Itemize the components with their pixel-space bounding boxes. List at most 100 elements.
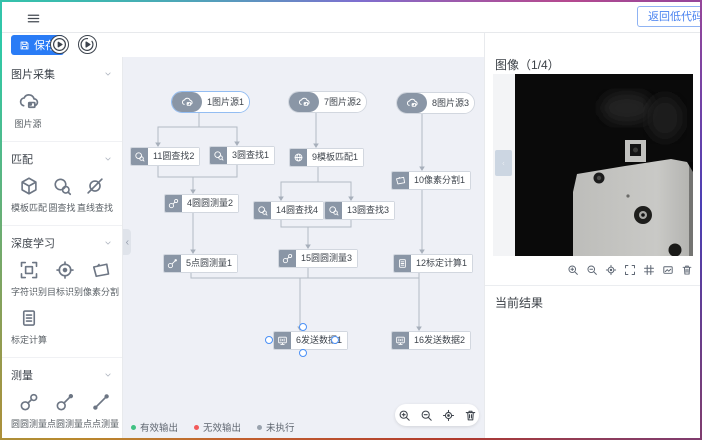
invalid-dot: [194, 425, 199, 430]
node-label: 14圆查找4: [271, 202, 323, 219]
zoom-out-icon[interactable]: [420, 409, 433, 422]
node-image-source-1[interactable]: 1图片源1: [171, 91, 250, 113]
section-header-image-capture[interactable]: 图片采集: [11, 66, 113, 82]
node-image-source-2[interactable]: 7图片源2: [288, 91, 367, 113]
sidebar-item-pixel-segment[interactable]: 像素分割: [83, 260, 119, 298]
sidebar-item-line-find[interactable]: 直线查找: [77, 176, 113, 214]
sidebar-item-circle-circle-measure[interactable]: 圆圆测量: [11, 392, 47, 430]
section-deep-learning: 深度学习 字符识别 目标识别 像素分割 标定计算: [2, 226, 122, 358]
section-title: 测量: [11, 367, 33, 383]
fullscreen-icon[interactable]: [624, 264, 636, 276]
section-title: 深度学习: [11, 235, 55, 251]
template-match-icon: [19, 176, 39, 196]
selection-handle-bottom[interactable]: [299, 349, 307, 357]
sidebar-item-ocr[interactable]: 字符识别: [11, 260, 47, 298]
point-circle-measure-icon: [55, 392, 75, 412]
tool-label: 模板匹配: [11, 201, 47, 214]
menu-icon[interactable]: [26, 10, 42, 26]
screenshot-frame: 返回低代码 保存 图片采集 图片源 匹配: [0, 0, 702, 440]
node-label: 12标定计算1: [411, 255, 472, 272]
node-image-source-3[interactable]: 8图片源3: [396, 92, 475, 114]
play-loop-icon: [80, 37, 95, 52]
template-match-icon: [290, 149, 307, 166]
section-image-capture: 图片采集 图片源: [2, 57, 122, 142]
status-legend: 有效输出 无效输出 未执行: [131, 420, 295, 434]
node-circle-circle-measure-2[interactable]: 4圆圆测量2: [164, 194, 239, 213]
node-label: 4圆圆测量2: [182, 195, 238, 212]
send-data-icon: [274, 332, 291, 349]
sidebar-item-template-match[interactable]: 模板匹配: [11, 176, 47, 214]
image-toolbar: [567, 264, 693, 276]
valid-dot: [131, 425, 136, 430]
sidebar-item-calib-calc[interactable]: 标定计算: [11, 308, 47, 346]
node-label: 5点圆测量1: [181, 255, 237, 272]
selection-handle-left[interactable]: [265, 336, 273, 344]
selection-handle-right[interactable]: [331, 336, 339, 344]
legend-label: 有效输出: [140, 420, 178, 434]
save-icon: [19, 40, 30, 51]
run-continuous-button[interactable]: [78, 35, 97, 54]
sidebar-item-point-point-measure[interactable]: 点点测量: [83, 392, 119, 430]
node-send-data-2[interactable]: 16发送数据2: [391, 331, 471, 350]
node-calib-calc-1[interactable]: 12标定计算1: [393, 254, 473, 273]
legend-label: 未执行: [266, 420, 295, 434]
current-result-title: 当前结果: [495, 294, 543, 311]
sidebar-item-target-detect[interactable]: 目标识别: [47, 260, 83, 298]
zoom-in-icon[interactable]: [567, 264, 579, 276]
legend-label: 无效输出: [203, 420, 241, 434]
tool-label: 像素分割: [83, 285, 119, 298]
node-label: 9模板匹配1: [307, 149, 363, 166]
zoom-in-icon[interactable]: [398, 409, 411, 422]
node-circle-find-1[interactable]: 3圆查找1: [209, 146, 275, 165]
pixel-segment-icon: [392, 172, 409, 189]
chevron-left-icon: [124, 239, 131, 246]
tool-sidebar: 图片采集 图片源 匹配 模板匹配: [2, 57, 123, 438]
prev-image-button[interactable]: [495, 150, 512, 176]
sidebar-item-image-source[interactable]: 图片源: [11, 91, 45, 130]
tool-label: 图片源: [14, 117, 41, 130]
node-label: 3圆查找1: [227, 147, 274, 164]
back-to-lowcode-button[interactable]: 返回低代码: [637, 6, 700, 27]
sidebar-collapse-handle[interactable]: [123, 229, 131, 255]
fit-image-icon[interactable]: [662, 264, 674, 276]
cloud-image-icon: [289, 92, 319, 112]
top-header: 返回低代码: [2, 2, 700, 33]
legend-invalid: 无效输出: [194, 420, 241, 434]
cloud-image-icon: [18, 91, 39, 112]
flow-edges: [123, 57, 484, 438]
node-circle-find-3[interactable]: 13圆查找3: [324, 201, 395, 220]
image-viewer: [493, 74, 693, 256]
sidebar-item-circle-find[interactable]: 圆查找: [47, 176, 77, 214]
chevron-down-icon: [103, 238, 113, 248]
tool-label: 圆圆测量: [11, 417, 47, 430]
locate-icon[interactable]: [442, 409, 455, 422]
trash-icon[interactable]: [681, 264, 693, 276]
tool-label: 字符识别: [11, 285, 47, 298]
section-title: 图片采集: [11, 66, 55, 82]
vision-flow-app: 返回低代码 保存 图片采集 图片源 匹配: [2, 2, 700, 438]
sidebar-item-point-circle-measure[interactable]: 点圆测量: [47, 392, 83, 430]
ocr-icon: [19, 260, 39, 280]
node-pixel-segment-1[interactable]: 10像素分割1: [391, 171, 471, 190]
section-header-measure[interactable]: 测量: [11, 367, 113, 383]
section-header-match[interactable]: 匹配: [11, 151, 113, 167]
zoom-out-icon[interactable]: [586, 264, 598, 276]
node-circle-find-2[interactable]: 11圆查找2: [130, 147, 200, 166]
trash-icon[interactable]: [464, 409, 477, 422]
flow-canvas[interactable]: 1图片源1 7图片源2 8图片源3 11圆查找2 3圆查找1 9模板匹配1 10…: [123, 57, 484, 438]
circle-find-icon: [254, 202, 271, 219]
node-template-match-1[interactable]: 9模板匹配1: [289, 148, 364, 167]
node-circle-circle-measure-3[interactable]: 15圆圆测量3: [278, 249, 358, 268]
run-once-button[interactable]: [50, 35, 69, 54]
chevron-down-icon: [103, 69, 113, 79]
node-point-circle-measure-1[interactable]: 5点圆测量1: [163, 254, 238, 273]
point-circle-measure-icon: [164, 255, 181, 272]
inspection-image[interactable]: [515, 74, 693, 256]
selection-handle-top[interactable]: [299, 323, 307, 331]
node-circle-find-4[interactable]: 14圆查找4: [253, 201, 324, 220]
section-header-deep-learning[interactable]: 深度学习: [11, 235, 113, 251]
calib-calc-icon: [394, 255, 411, 272]
calib-calc-icon: [19, 308, 39, 328]
grid-icon[interactable]: [643, 264, 655, 276]
locate-icon[interactable]: [605, 264, 617, 276]
